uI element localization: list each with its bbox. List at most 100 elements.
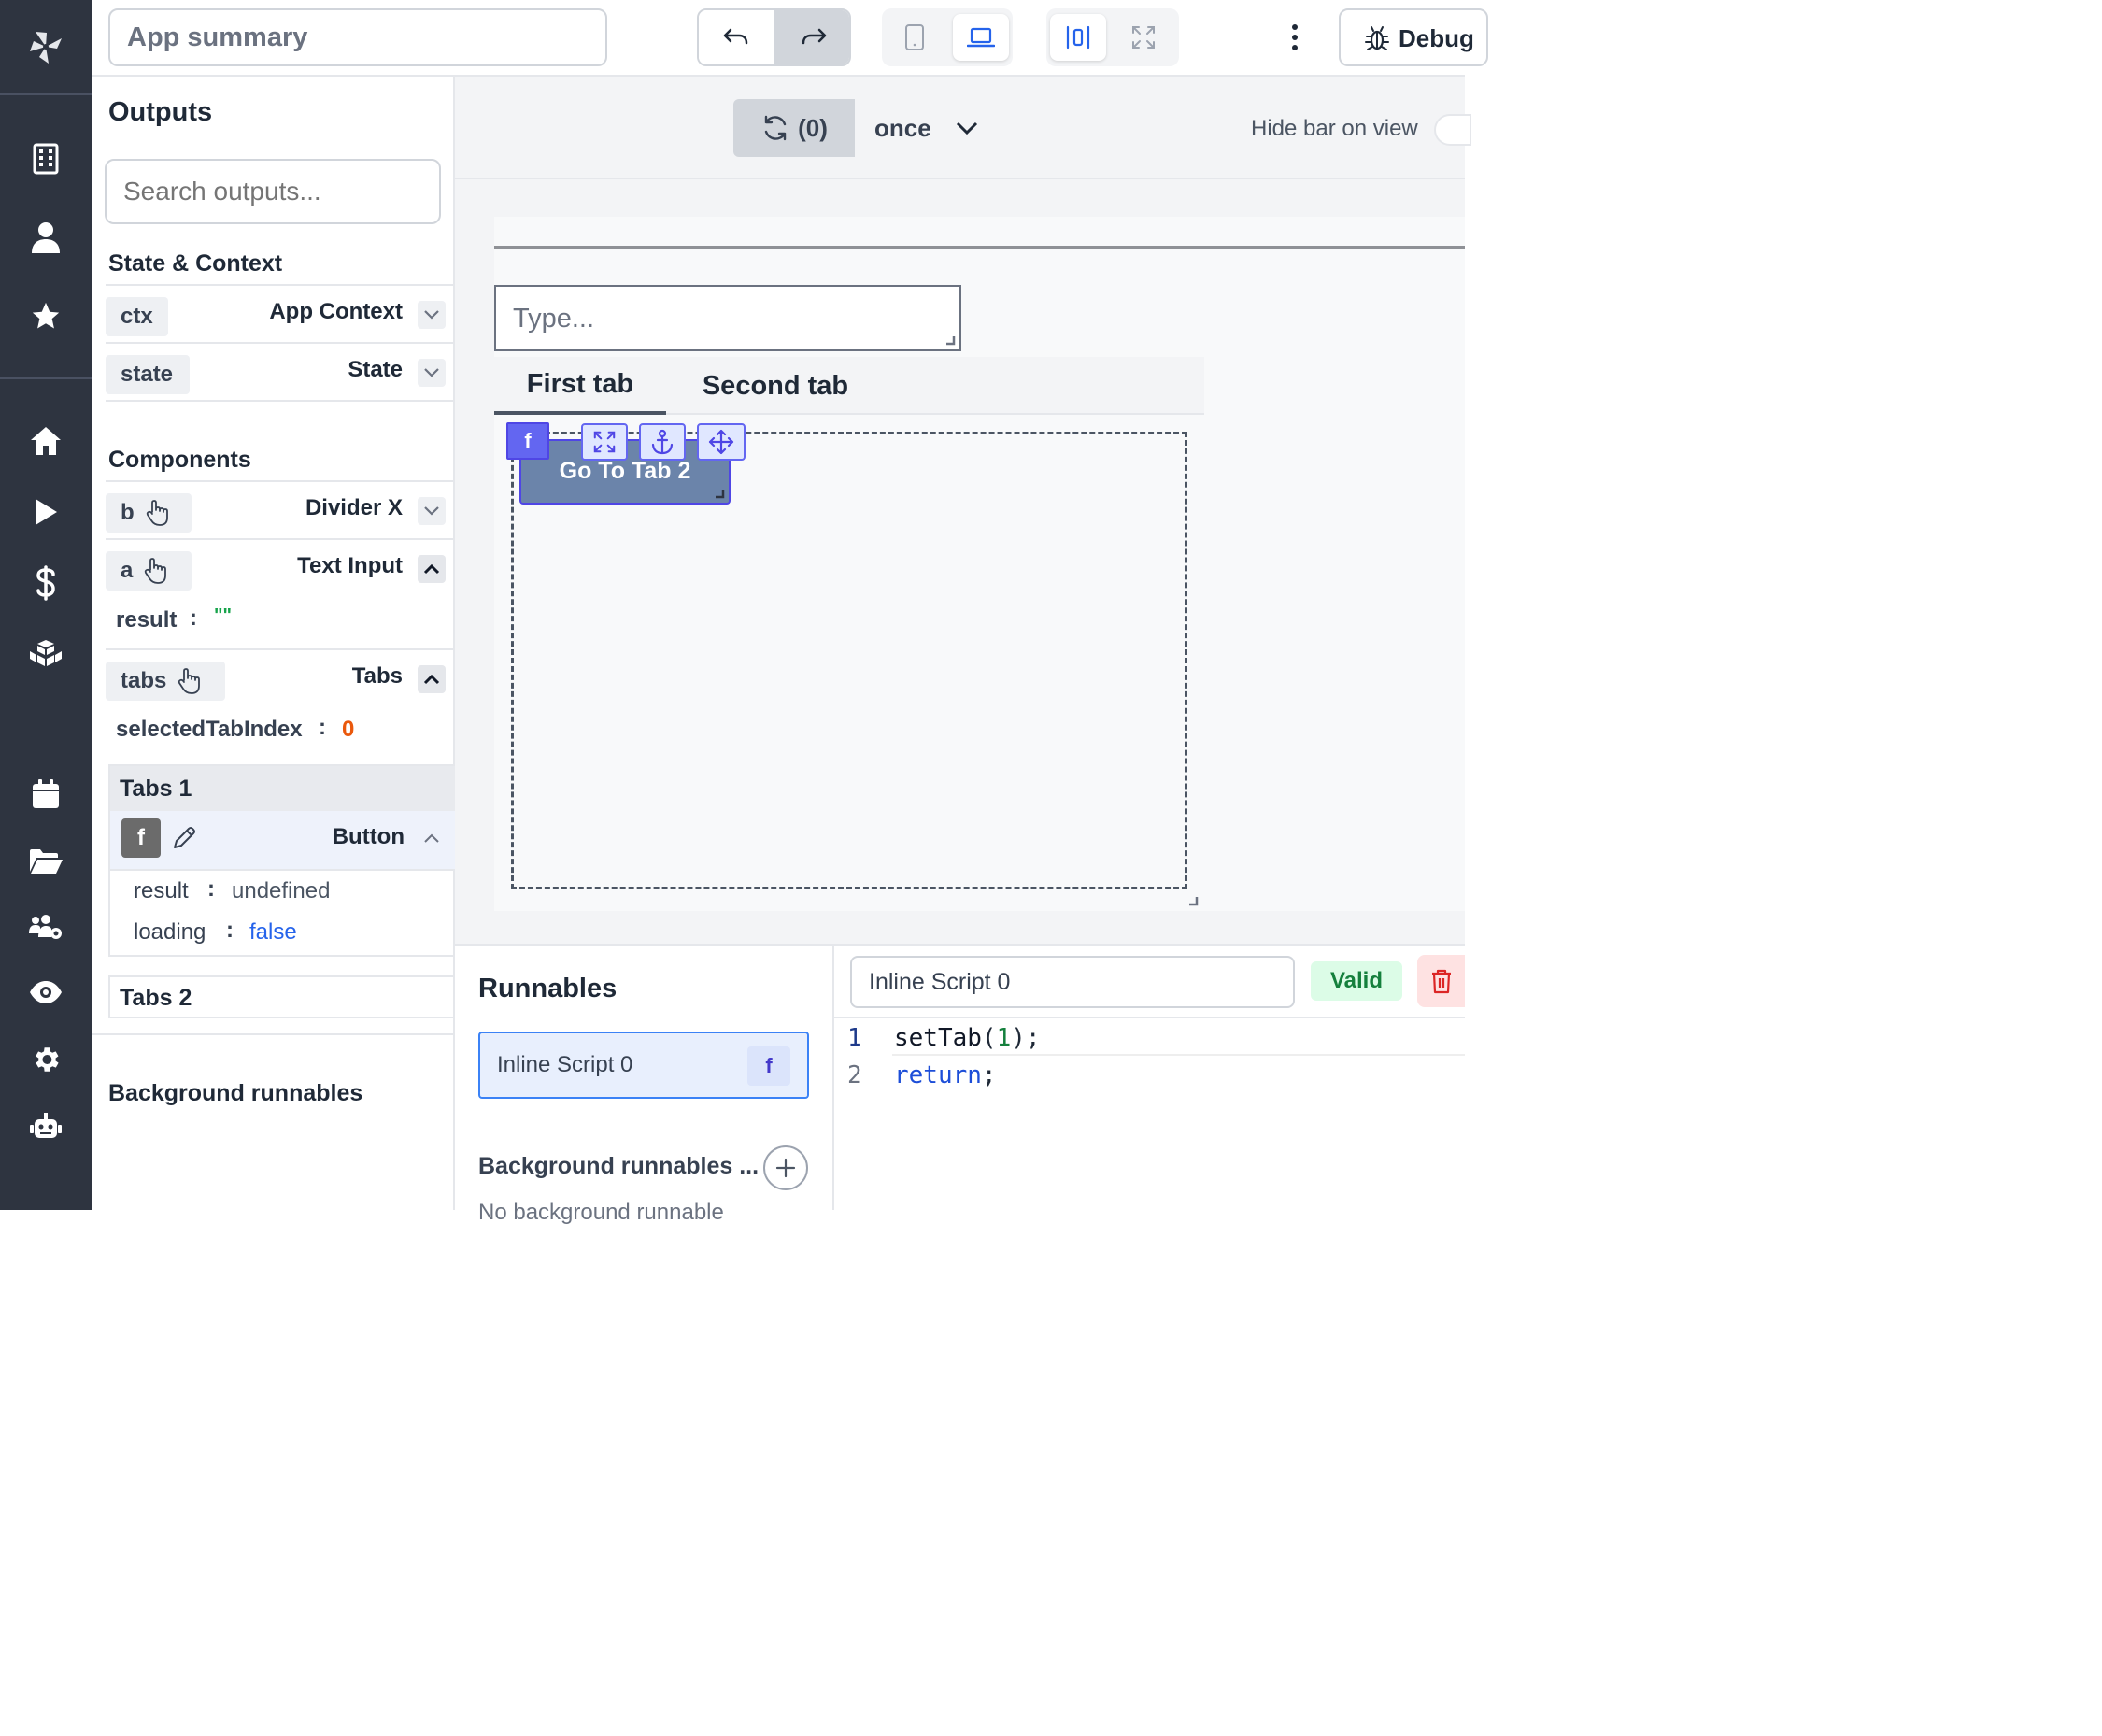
text-input-collapse-button[interactable] [418,555,446,583]
tabs-component: First tab Second tab Go To Tab 2 f [494,357,1204,908]
divider-label: Divider X [305,495,403,520]
ctx-output-row[interactable]: ctx App Context [106,284,455,342]
pointer-hand-icon[interactable] [176,667,202,695]
button-collapse-button[interactable] [418,824,446,852]
mobile-view-button[interactable] [888,14,942,61]
component-id-badge[interactable]: f [506,422,549,460]
tab-first-label: First tab [526,368,634,399]
divider-line [110,869,455,871]
tab-first[interactable]: First tab [494,357,666,415]
debug-label: Debug [1399,24,1474,52]
cubes-icon[interactable] [25,633,66,675]
device-toggle-group [882,8,1013,66]
settings-gear-icon[interactable] [25,1039,66,1080]
dollar-icon[interactable] [25,562,66,604]
divider-output-row[interactable]: b Divider X [106,480,455,538]
tabs-output-row[interactable]: tabs Tabs [106,648,455,706]
text-input-result-key: result [116,607,178,633]
divider-expand-button[interactable] [418,497,446,525]
pointer-hand-icon[interactable] [144,499,170,527]
divider-x-component[interactable] [494,246,1465,249]
align-center-icon [1066,25,1090,50]
fixed-width-button[interactable] [1050,14,1106,61]
refresh-mode-select[interactable]: once [855,99,986,157]
tab-second-label: Second tab [702,370,849,401]
more-options-button[interactable] [1279,19,1311,56]
hide-bar-toggle[interactable] [1434,114,1471,146]
undo-button[interactable] [699,10,774,64]
background-runnables-title: Background runnables [108,1080,363,1106]
go-to-tab-label: Go To Tab 2 [559,458,691,484]
line-number-2: 2 [847,1061,862,1089]
script-name-input[interactable] [850,956,1295,1008]
text-input-tag: a [106,551,192,591]
play-icon[interactable] [25,491,66,533]
button-result-value: undefined [232,878,331,904]
windmill-logo-icon[interactable] [25,26,66,67]
divider-tag-text: b [121,500,135,525]
redo-button[interactable] [774,10,849,64]
tabs-tag-text: tabs [121,668,167,693]
tabs2-label: Tabs 2 [120,985,192,1011]
tab-second[interactable]: Second tab [677,357,873,415]
move-component-button[interactable] [697,423,746,461]
refresh-mode-value: once [874,113,931,142]
undo-icon [723,28,748,45]
full-width-button[interactable] [1115,14,1172,61]
debug-button[interactable]: Debug [1339,8,1488,66]
calendar-icon[interactable] [25,774,66,815]
app-title-input[interactable]: App summary [108,8,607,66]
resize-handle-icon[interactable] [714,488,725,499]
tabs1-header[interactable]: Tabs 1 [110,766,455,811]
state-output-row[interactable]: state State [106,342,455,402]
home-icon[interactable] [25,420,66,462]
users-gear-icon[interactable] [25,906,66,947]
expand-icon [1132,26,1155,49]
star-icon[interactable] [25,295,66,336]
desktop-view-button[interactable] [953,14,1009,61]
resize-handle-icon[interactable] [944,334,956,346]
building-icon[interactable] [25,138,66,179]
kv-colon: : [319,715,326,740]
components-title: Components [108,447,251,473]
add-background-runnable-button[interactable] [763,1145,808,1190]
runnable-item-inline-script[interactable]: Inline Script 0 f [478,1032,809,1099]
text-input-placeholder: Type... [513,304,595,334]
code-area[interactable]: setTab(1); return; [892,1018,1465,1212]
eye-icon[interactable] [25,972,66,1013]
chevron-down-icon [424,310,439,320]
button-output-row[interactable]: f Button [110,811,455,869]
user-icon[interactable] [25,217,66,258]
state-expand-button[interactable] [418,359,446,387]
button-loading-key: loading [134,919,206,945]
anchor-component-button[interactable] [639,423,686,461]
refresh-button[interactable]: (0) [733,99,855,157]
delete-script-button[interactable] [1417,955,1465,1007]
pointer-hand-icon[interactable] [142,557,168,585]
text-input-component[interactable]: Type... [494,285,961,351]
tabs2-group[interactable]: Tabs 2 [108,975,455,1018]
search-outputs-input[interactable] [105,159,441,224]
redo-icon [802,28,826,45]
folder-open-icon[interactable] [25,841,66,882]
runnables-panel: Runnables Inline Script 0 f Background r… [455,944,834,1225]
expand-component-button[interactable] [581,423,628,461]
code-line-1: setTab(1); [894,1024,1041,1052]
outputs-panel: Outputs State & Context ctx App Context … [92,77,455,1210]
text-input-result-value: "" [214,605,232,626]
resize-handle-icon[interactable] [1187,895,1199,906]
script-editor-panel: Valid 1 2 setTab(1); return; [834,944,1465,1212]
edit-button[interactable] [164,818,204,858]
robot-icon[interactable] [25,1106,66,1147]
undo-redo-group [697,8,851,66]
code-paren-open: ( [981,1024,997,1052]
trash-icon [1431,969,1451,994]
ctx-expand-button[interactable] [418,301,446,329]
tabs-collapse-button[interactable] [418,665,446,693]
text-input-output-row[interactable]: a Text Input [106,538,455,596]
anchor-icon [651,429,674,455]
text-input-tag-text: a [121,558,134,583]
background-runnables-empty: No background runnable [478,1200,724,1225]
chevron-up-icon [423,563,440,575]
refresh-count: (0) [798,113,828,142]
